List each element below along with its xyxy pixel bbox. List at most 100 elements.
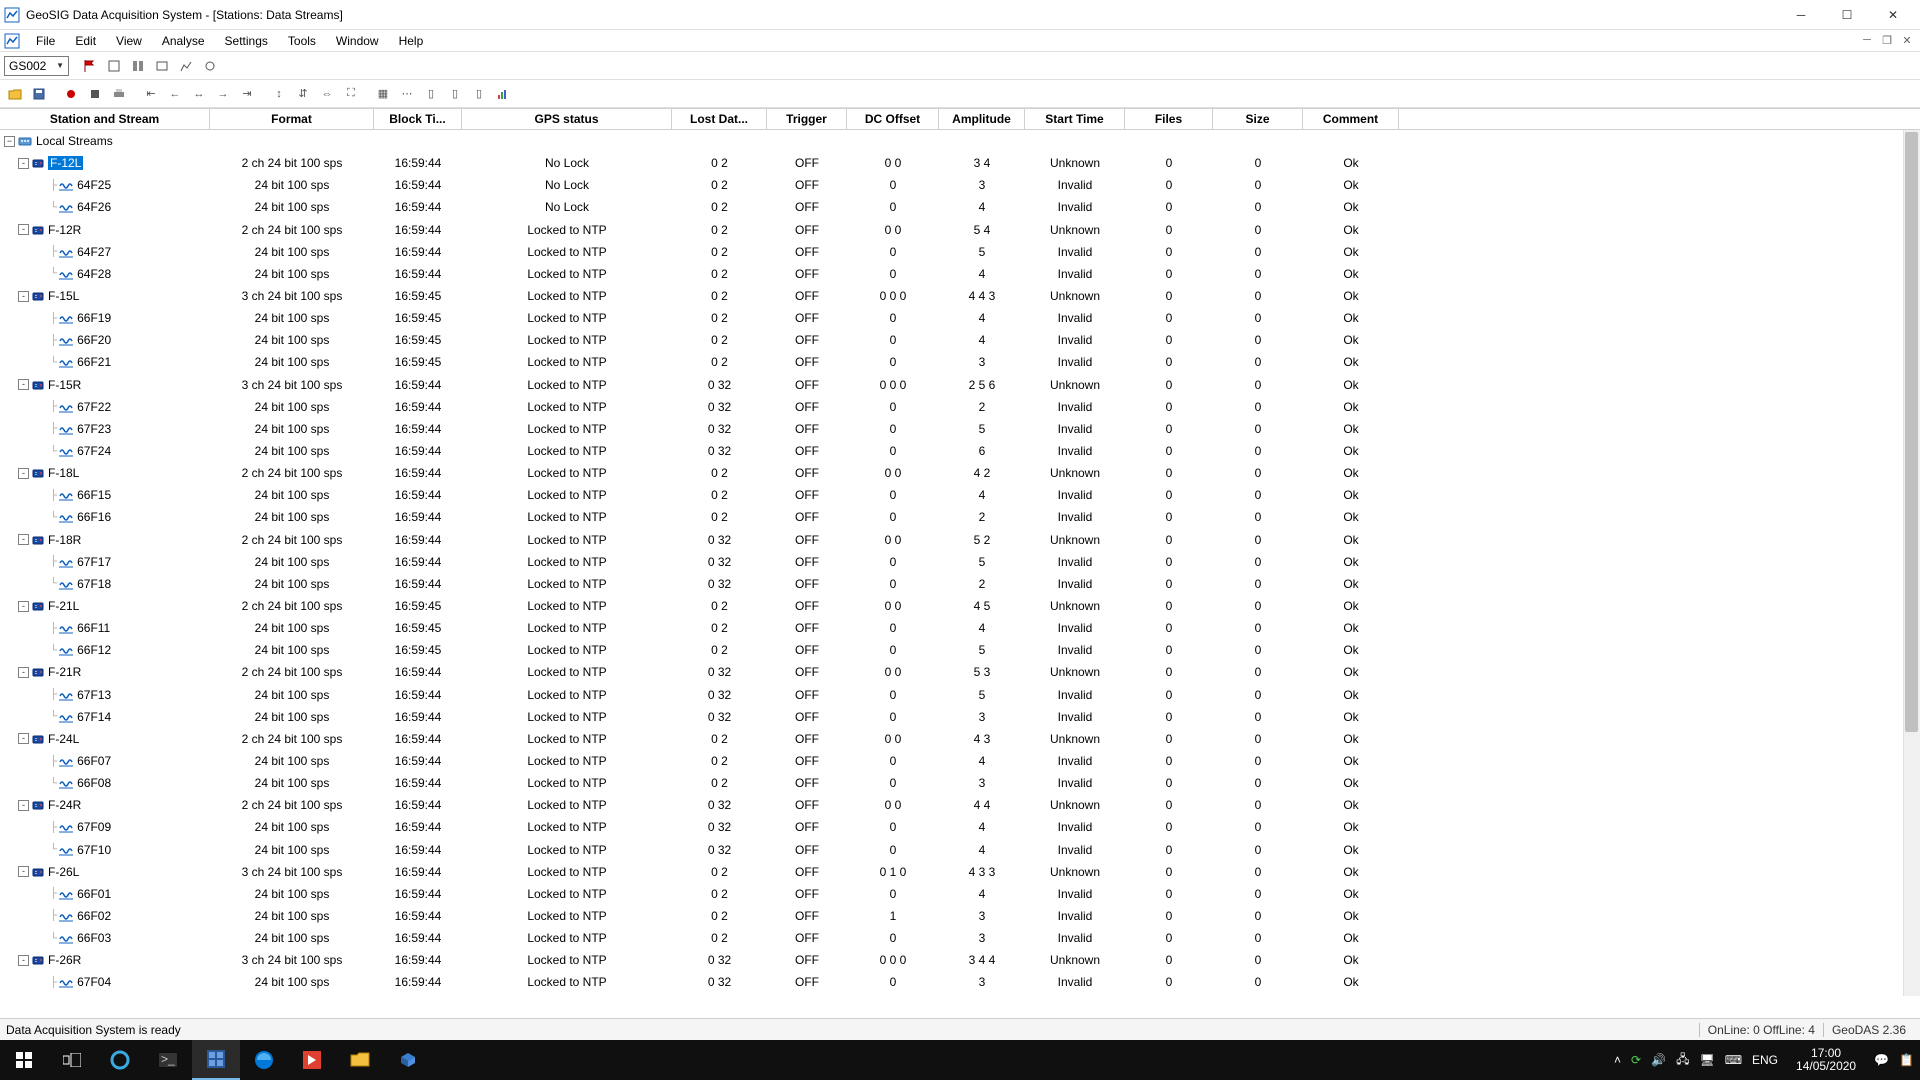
chart-icon[interactable] (492, 83, 514, 105)
taskbar-geosig-app[interactable] (192, 1040, 240, 1080)
expander-icon[interactable]: - (18, 601, 29, 612)
open-folder-icon[interactable] (4, 83, 26, 105)
expander-icon[interactable]: - (18, 667, 29, 678)
col-start-time[interactable]: Start Time (1025, 109, 1125, 129)
station-row[interactable]: -F-12L2 ch 24 bit 100 sps16:59:44No Lock… (0, 152, 1920, 174)
station-row[interactable]: -F-15L3 ch 24 bit 100 sps16:59:45Locked … (0, 285, 1920, 307)
stream-row[interactable]: └66F0824 bit 100 sps16:59:44Locked to NT… (0, 772, 1920, 794)
stream-row[interactable]: ├66F1124 bit 100 sps16:59:45Locked to NT… (0, 617, 1920, 639)
grid-icon[interactable]: ▦ (372, 83, 394, 105)
menu-help[interactable]: Help (391, 32, 432, 50)
close-button[interactable]: ✕ (1870, 1, 1916, 29)
stream-row[interactable]: ├66F1524 bit 100 sps16:59:44Locked to NT… (0, 484, 1920, 506)
station-row[interactable]: -F-26L3 ch 24 bit 100 sps16:59:44Locked … (0, 861, 1920, 883)
maximize-button[interactable]: ☐ (1824, 1, 1870, 29)
col-format[interactable]: Format (210, 109, 374, 129)
col-amplitude[interactable]: Amplitude (939, 109, 1025, 129)
menu-tools[interactable]: Tools (280, 32, 324, 50)
print-icon[interactable] (108, 83, 130, 105)
vertical-scrollbar[interactable] (1903, 130, 1920, 996)
station-row[interactable]: -F-21R2 ch 24 bit 100 sps16:59:44Locked … (0, 661, 1920, 683)
expander-icon[interactable]: - (18, 158, 29, 169)
tray-sync-icon[interactable]: ⟳ (1631, 1053, 1641, 1067)
tool-btn-4[interactable] (151, 55, 173, 77)
col-gps-status[interactable]: GPS status (462, 109, 672, 129)
stop-icon[interactable] (84, 83, 106, 105)
dots-icon[interactable]: ⋯ (396, 83, 418, 105)
stream-row[interactable]: ├64F2524 bit 100 sps16:59:44No Lock0 2OF… (0, 174, 1920, 196)
col-dc-offset[interactable]: DC Offset (847, 109, 939, 129)
stream-row[interactable]: ├67F2324 bit 100 sps16:59:44Locked to NT… (0, 418, 1920, 440)
minimize-button[interactable]: ─ (1778, 1, 1824, 29)
menu-settings[interactable]: Settings (217, 32, 276, 50)
menu-analyse[interactable]: Analyse (154, 32, 213, 50)
tray-language[interactable]: ENG (1752, 1053, 1778, 1067)
save-icon[interactable] (28, 83, 50, 105)
stream-row[interactable]: ├67F0924 bit 100 sps16:59:44Locked to NT… (0, 816, 1920, 838)
stream-row[interactable]: ├67F1724 bit 100 sps16:59:44Locked to NT… (0, 551, 1920, 573)
tray-network-icon[interactable]: 🖧 (1676, 1050, 1689, 1071)
tray-display-icon[interactable]: 🖥 (1699, 1053, 1714, 1067)
station-row[interactable]: -F-24R2 ch 24 bit 100 sps16:59:44Locked … (0, 794, 1920, 816)
tool-btn-2[interactable] (103, 55, 125, 77)
menu-view[interactable]: View (108, 32, 150, 50)
stream-row[interactable]: └66F1624 bit 100 sps16:59:44Locked to NT… (0, 506, 1920, 528)
stream-row[interactable]: └64F2824 bit 100 sps16:59:44Locked to NT… (0, 263, 1920, 285)
expander-icon[interactable]: - (18, 866, 29, 877)
stream-row[interactable]: ├66F0224 bit 100 sps16:59:44Locked to NT… (0, 905, 1920, 927)
expander-icon[interactable]: - (18, 291, 29, 302)
stream-row[interactable]: ├67F1324 bit 100 sps16:59:44Locked to NT… (0, 684, 1920, 706)
station-combo[interactable]: GS002 ▼ (4, 56, 69, 76)
tray-clock[interactable]: 17:00 14/05/2020 (1788, 1047, 1864, 1073)
tray-keyboard-icon[interactable]: ⌨ (1725, 1053, 1742, 1067)
tool-btn-5[interactable] (175, 55, 197, 77)
stream-row[interactable]: ├66F0724 bit 100 sps16:59:44Locked to NT… (0, 750, 1920, 772)
taskbar-app-1[interactable] (96, 1040, 144, 1080)
mdi-minimize-button[interactable]: ─ (1858, 34, 1876, 47)
stream-row[interactable]: └66F2124 bit 100 sps16:59:45Locked to NT… (0, 351, 1920, 373)
mdi-restore-button[interactable]: ❐ (1878, 34, 1896, 47)
tray-action-center-icon[interactable]: 💬 (1874, 1053, 1889, 1067)
col-files[interactable]: Files (1125, 109, 1213, 129)
stream-row[interactable]: └67F1824 bit 100 sps16:59:44Locked to NT… (0, 573, 1920, 595)
stream-row[interactable]: ├66F1924 bit 100 sps16:59:45Locked to NT… (0, 307, 1920, 329)
arrow-left-start-icon[interactable]: ⇤ (140, 83, 162, 105)
arrow-both-icon[interactable]: ↔ (188, 83, 210, 105)
col-block-time[interactable]: Block Ti... (374, 109, 462, 129)
taskbar-app-blue[interactable] (384, 1040, 432, 1080)
taskbar-app-red[interactable] (288, 1040, 336, 1080)
stream-row[interactable]: ├64F2724 bit 100 sps16:59:44Locked to NT… (0, 241, 1920, 263)
station-row[interactable]: -F-26R3 ch 24 bit 100 sps16:59:44Locked … (0, 949, 1920, 971)
tray-notification-icon[interactable]: 📋 (1899, 1053, 1914, 1067)
panel-3-icon[interactable]: ▯ (468, 83, 490, 105)
panel-2-icon[interactable]: ▯ (444, 83, 466, 105)
taskbar-file-explorer[interactable] (336, 1040, 384, 1080)
menu-edit[interactable]: Edit (67, 32, 104, 50)
arrow-left-icon[interactable]: ← (164, 83, 186, 105)
record-icon[interactable] (60, 83, 82, 105)
col-size[interactable]: Size (1213, 109, 1303, 129)
arrow-right-end-icon[interactable]: ⇥ (236, 83, 258, 105)
stream-row[interactable]: └67F1424 bit 100 sps16:59:44Locked to NT… (0, 706, 1920, 728)
tray-chevron-up-icon[interactable]: ˄ (1614, 1053, 1621, 1067)
stream-row[interactable]: └67F1024 bit 100 sps16:59:44Locked to NT… (0, 839, 1920, 861)
zoom-out-v-icon[interactable]: ⇵ (292, 83, 314, 105)
stream-row[interactable]: └66F0324 bit 100 sps16:59:44Locked to NT… (0, 927, 1920, 949)
station-row[interactable]: -F-21L2 ch 24 bit 100 sps16:59:45Locked … (0, 595, 1920, 617)
col-trigger[interactable]: Trigger (767, 109, 847, 129)
panel-1-icon[interactable]: ▯ (420, 83, 442, 105)
zoom-in-h-icon[interactable]: ⇔ (316, 83, 338, 105)
col-lost-data[interactable]: Lost Dat... (672, 109, 767, 129)
stream-row[interactable]: └67F2424 bit 100 sps16:59:44Locked to NT… (0, 440, 1920, 462)
scrollbar-thumb[interactable] (1905, 132, 1918, 732)
arrow-right-icon[interactable]: → (212, 83, 234, 105)
tray-volume-icon[interactable]: 🔊 (1651, 1053, 1666, 1067)
taskbar-cmd[interactable]: >_ (144, 1040, 192, 1080)
station-row[interactable]: -F-18R2 ch 24 bit 100 sps16:59:44Locked … (0, 529, 1920, 551)
mdi-close-button[interactable]: ✕ (1898, 34, 1916, 47)
expander-icon[interactable]: - (18, 955, 29, 966)
expander-icon[interactable]: - (18, 800, 29, 811)
station-row[interactable]: -F-12R2 ch 24 bit 100 sps16:59:44Locked … (0, 219, 1920, 241)
station-row[interactable]: -F-24L2 ch 24 bit 100 sps16:59:44Locked … (0, 728, 1920, 750)
zoom-in-v-icon[interactable]: ↕ (268, 83, 290, 105)
